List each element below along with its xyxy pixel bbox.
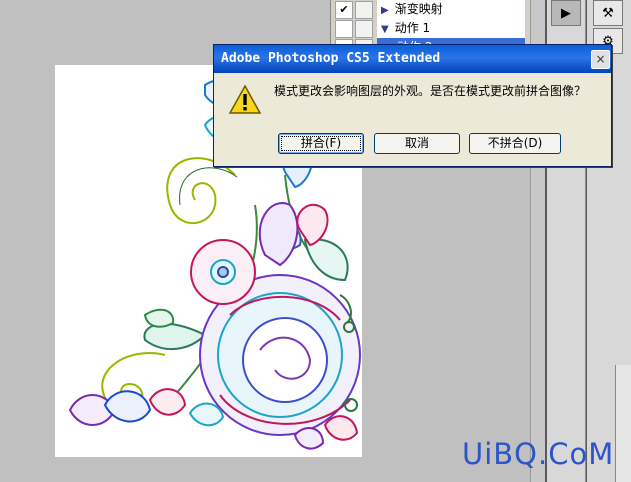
dont-flatten-button[interactable]: 不拼合(D) [469, 133, 561, 154]
warning-icon [228, 84, 262, 114]
watermark: UiBQ.CoM [462, 437, 615, 471]
flatten-button[interactable]: 拼合(F) [278, 133, 364, 154]
close-icon[interactable]: × [591, 50, 610, 69]
side-panel [615, 365, 631, 482]
collapse-triangle-icon[interactable]: ▼ [381, 20, 389, 39]
action-dialog-toggle[interactable] [355, 1, 373, 19]
action-label[interactable]: ▼ 动作 1 [377, 19, 525, 39]
dialog-title[interactable]: Adobe Photoshop CS5 Extended [214, 45, 611, 73]
dialog-message: 模式更改会影响图层的外观。是否在模式更改前拼合图像？ [274, 84, 587, 98]
action-row[interactable]: ✔ ▶ 渐变映射 [331, 0, 531, 20]
action-dialog-toggle[interactable] [355, 20, 373, 38]
action-label[interactable]: ▶ 渐变映射 [377, 0, 525, 20]
tool-icon[interactable]: ⚒ [593, 0, 623, 26]
expand-triangle-icon[interactable]: ▶ [381, 1, 389, 20]
cancel-button[interactable]: 取消 [374, 133, 460, 154]
action-enabled-checkbox[interactable]: ✔ [335, 1, 353, 19]
action-row[interactable]: ▼ 动作 1 [331, 19, 531, 39]
play-icon[interactable]: ▶ [551, 0, 581, 26]
action-enabled-checkbox[interactable] [335, 20, 353, 38]
mode-change-dialog: Adobe Photoshop CS5 Extended × 模式更改会影响图层… [213, 44, 612, 167]
